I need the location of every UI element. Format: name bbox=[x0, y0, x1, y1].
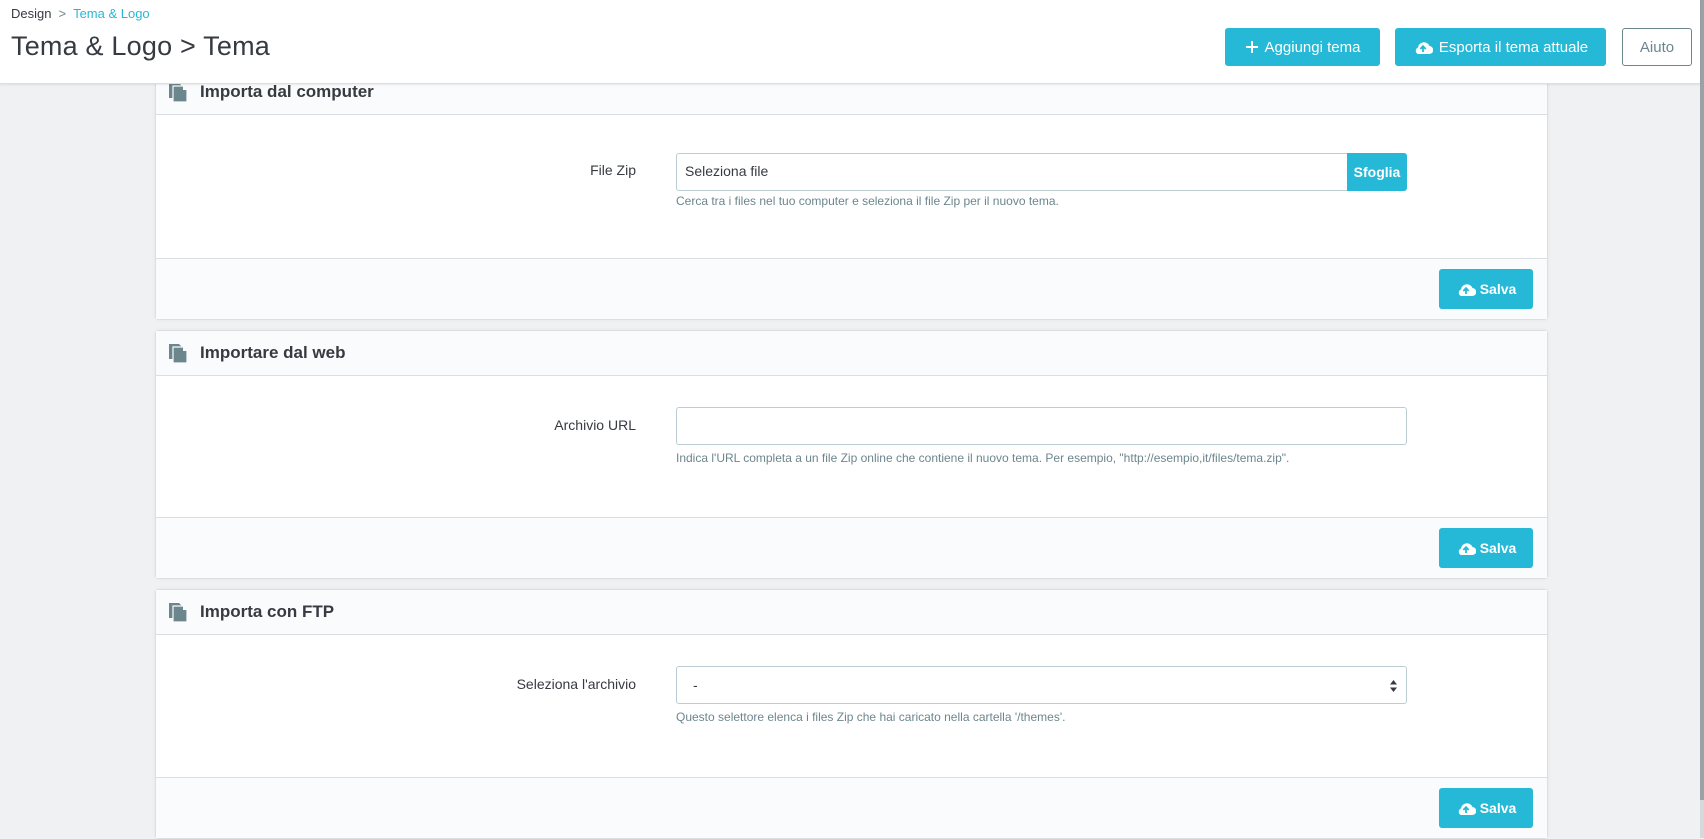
browse-button[interactable]: Sfoglia bbox=[1347, 153, 1407, 191]
archive-url-help: Indica l'URL completa a un file Zip onli… bbox=[676, 451, 1290, 465]
import-ftp-heading: Importa con FTP bbox=[156, 590, 1547, 635]
archive-url-input[interactable] bbox=[676, 407, 1407, 445]
breadcrumb-design[interactable]: Design bbox=[11, 6, 51, 21]
file-zip-input[interactable]: Seleziona file Sfoglia bbox=[676, 153, 1407, 191]
save-label: Salva bbox=[1479, 281, 1517, 297]
save-label: Salva bbox=[1479, 540, 1517, 556]
scrollbar-thumb[interactable] bbox=[1700, 0, 1704, 800]
file-zip-help: Cerca tra i files nel tuo computer e sel… bbox=[676, 194, 1059, 208]
select-archive-label: Seleziona l'archivio bbox=[516, 676, 636, 692]
save-label: Salva bbox=[1479, 800, 1517, 816]
add-theme-button[interactable]: Aggiungi tema bbox=[1225, 28, 1380, 66]
breadcrumb: Design > Tema & Logo bbox=[11, 6, 150, 21]
page-scrollbar[interactable] bbox=[1700, 0, 1704, 838]
select-archive-value: - bbox=[693, 677, 698, 693]
save-button-web[interactable]: Salva bbox=[1439, 528, 1533, 568]
import-ftp-panel: Importa con FTP Seleziona l'archivio - Q… bbox=[155, 589, 1548, 839]
import-ftp-footer: Salva bbox=[156, 777, 1547, 838]
help-label: Aiuto bbox=[1639, 38, 1675, 56]
file-zip-placeholder: Seleziona file bbox=[685, 163, 769, 179]
select-archive-help: Questo selettore elenca i files Zip che … bbox=[676, 710, 1066, 724]
breadcrumb-separator: > bbox=[58, 6, 67, 21]
cloud-upload-icon bbox=[1458, 284, 1476, 297]
add-theme-label: Aggiungi tema bbox=[1264, 38, 1361, 56]
import-web-heading: Importare dal web bbox=[156, 331, 1547, 376]
cloud-upload-icon bbox=[1458, 543, 1476, 556]
import-computer-title: Importa dal computer bbox=[200, 82, 374, 101]
copy-icon bbox=[169, 344, 188, 364]
plus-icon bbox=[1245, 41, 1258, 53]
import-web-footer: Salva bbox=[156, 517, 1547, 578]
import-web-panel: Importare dal web Archivio URL Indica l'… bbox=[155, 330, 1548, 579]
file-zip-label: File Zip bbox=[590, 162, 636, 178]
help-button[interactable]: Aiuto bbox=[1622, 28, 1692, 66]
sort-arrows-icon bbox=[1390, 680, 1397, 692]
export-theme-button[interactable]: Esporta il tema attuale bbox=[1395, 28, 1606, 66]
import-computer-footer: Salva bbox=[156, 258, 1547, 319]
save-button-ftp[interactable]: Salva bbox=[1439, 788, 1533, 828]
page-header: Design > Tema & Logo Tema & Logo > Tema Ag… bbox=[0, 0, 1700, 84]
import-web-title: Importare dal web bbox=[200, 343, 346, 362]
breadcrumb-current[interactable]: Tema & Logo bbox=[73, 6, 150, 21]
archive-url-label: Archivio URL bbox=[554, 417, 636, 433]
select-archive-dropdown[interactable]: - bbox=[676, 666, 1407, 704]
copy-icon bbox=[169, 603, 188, 623]
save-button-computer[interactable]: Salva bbox=[1439, 269, 1533, 309]
export-theme-label: Esporta il tema attuale bbox=[1438, 38, 1589, 56]
cloud-upload-icon bbox=[1458, 803, 1476, 816]
import-computer-panel: Importa dal computer File Zip Seleziona … bbox=[155, 69, 1548, 320]
cloud-upload-icon bbox=[1415, 42, 1433, 55]
page-title: Tema & Logo > Tema bbox=[11, 31, 271, 61]
import-ftp-title: Importa con FTP bbox=[200, 602, 335, 621]
